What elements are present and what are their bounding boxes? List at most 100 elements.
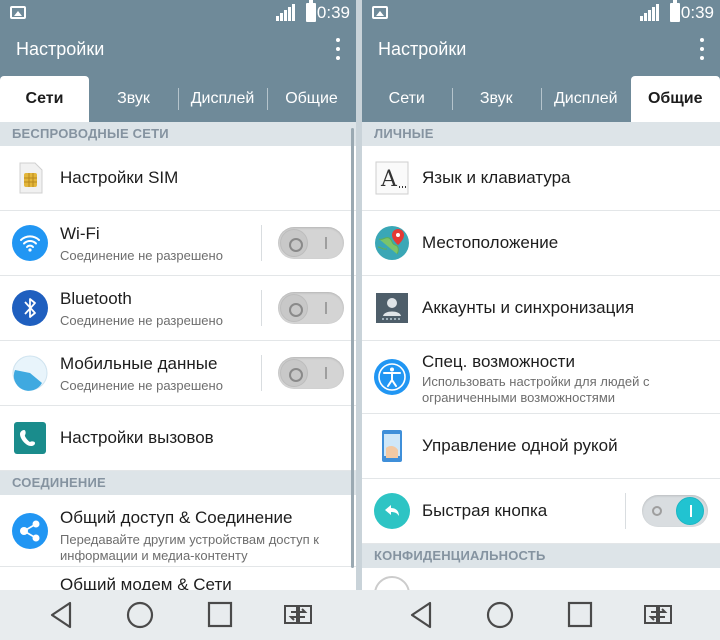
share-icon	[12, 512, 48, 549]
section-header-wireless: БЕСПРОВОДНЫЕ СЕТИ	[0, 122, 356, 146]
phone-icon	[12, 420, 48, 456]
list-item-partial[interactable]	[362, 568, 720, 590]
item-label: Быстрая кнопка	[422, 501, 548, 520]
list-item-share-connect[interactable]: Общий доступ & Соединение Передавайте др…	[0, 495, 356, 567]
list-item-tethering[interactable]: Общий модем & Сети	[0, 567, 356, 590]
item-label: Управление одной рукой	[422, 436, 618, 455]
image-notification-icon	[10, 6, 26, 19]
list-item-wifi[interactable]: Wi-Fi Соединение не разрешено	[0, 211, 356, 276]
quick-button-icon	[374, 493, 410, 529]
status-bar: 0:39	[0, 0, 356, 26]
tab-label: Дисплей	[190, 90, 255, 107]
wifi-icon	[12, 225, 48, 261]
section-header-connection: СОЕДИНЕНИЕ	[0, 471, 356, 495]
navigation-bar	[0, 590, 720, 640]
item-label: Местоположение	[422, 233, 559, 252]
mobile-data-toggle[interactable]	[278, 357, 344, 389]
language-icon: A	[374, 160, 410, 196]
list-item-mobile-data[interactable]: Мобильные данные Соединение не разрешено	[0, 341, 356, 406]
bluetooth-icon	[12, 290, 48, 326]
tab-bar: Сети Звук Дисплей Общие	[0, 76, 356, 122]
item-label: Мобильные данные	[60, 354, 218, 373]
partial-icon	[374, 576, 410, 590]
dual-window-icon[interactable]	[282, 600, 314, 630]
list-item-quick-button[interactable]: Быстрая кнопка	[362, 479, 720, 544]
item-label: Общий доступ & Соединение	[60, 508, 293, 527]
divider	[625, 493, 626, 529]
item-label: Wi-Fi	[60, 224, 100, 243]
status-time: 0:39	[316, 3, 350, 22]
item-label: Настройки вызовов	[60, 428, 214, 447]
recent-apps-icon[interactable]	[204, 600, 236, 630]
section-header-personal: ЛИЧНЫЕ	[362, 122, 720, 146]
item-subtitle: Передавайте другим устройствам доступ к …	[60, 532, 319, 563]
back-icon[interactable]	[406, 600, 438, 630]
signal-icon	[640, 4, 659, 21]
page-title: Настройки	[378, 39, 467, 59]
list-item-sim-settings[interactable]: Настройки SIM	[0, 146, 356, 211]
list-item-language-keyboard[interactable]: A Язык и клавиатура	[362, 146, 720, 211]
mobile-data-icon	[12, 355, 48, 391]
dual-window-icon[interactable]	[642, 600, 674, 630]
settings-panel-network: 0:39 Настройки Сети Звук Дисплей Общие Б…	[0, 0, 356, 590]
list-item-location[interactable]: Местоположение	[362, 211, 720, 276]
divider	[261, 355, 262, 391]
tab-sound[interactable]: Звук	[89, 76, 178, 122]
item-label: Язык и клавиатура	[422, 168, 571, 187]
location-icon	[374, 225, 410, 261]
tab-label: Звук	[117, 90, 150, 107]
divider	[261, 225, 262, 261]
home-icon[interactable]	[484, 600, 516, 630]
battery-icon	[670, 0, 680, 22]
svg-text:A: A	[380, 167, 398, 192]
item-subtitle: Соединение не разрешено	[60, 378, 223, 393]
tab-label: Дисплей	[553, 90, 618, 107]
item-label: Bluetooth	[60, 289, 132, 308]
divider	[261, 290, 262, 326]
item-subtitle: Использовать настройки для людей с огран…	[422, 374, 650, 405]
sim-card-icon	[12, 160, 48, 196]
back-icon[interactable]	[46, 600, 78, 630]
overflow-menu-icon[interactable]	[698, 38, 706, 64]
battery-icon	[306, 0, 316, 22]
tab-label: Сети	[388, 90, 425, 107]
wifi-toggle[interactable]	[278, 227, 344, 259]
accessibility-icon	[374, 359, 410, 395]
list-item-call-settings[interactable]: Настройки вызовов	[0, 406, 356, 471]
tab-networks[interactable]: Сети	[0, 76, 89, 122]
item-label: Общий модем & Сети	[60, 575, 232, 590]
signal-icon	[276, 4, 295, 21]
list-item-bluetooth[interactable]: Bluetooth Соединение не разрешено	[0, 276, 356, 341]
quick-button-toggle[interactable]	[642, 495, 708, 527]
tab-display[interactable]: Дисплей	[178, 76, 267, 122]
accounts-icon	[374, 290, 410, 326]
app-bar: Настройки	[362, 26, 720, 76]
recent-apps-icon[interactable]	[564, 600, 596, 630]
app-bar: Настройки	[0, 26, 356, 76]
tab-sound[interactable]: Звук	[451, 76, 542, 122]
section-header-privacy: КОНФИДЕНЦИАЛЬНОСТЬ	[362, 544, 720, 568]
tab-networks[interactable]: Сети	[362, 76, 452, 122]
tab-display[interactable]: Дисплей	[541, 76, 631, 122]
one-hand-icon	[374, 428, 410, 464]
list-item-accounts-sync[interactable]: Аккаунты и синхронизация	[362, 276, 720, 341]
tab-general[interactable]: Общие	[630, 76, 720, 122]
status-bar: 0:39	[362, 0, 720, 26]
item-label: Настройки SIM	[60, 168, 179, 187]
image-notification-icon	[372, 6, 388, 19]
home-icon[interactable]	[124, 600, 156, 630]
scrollbar[interactable]	[351, 128, 354, 568]
list-item-accessibility[interactable]: Спец. возможности Использовать настройки…	[362, 341, 720, 414]
bluetooth-toggle[interactable]	[278, 292, 344, 324]
settings-panel-general: 0:39 Настройки Сети Звук Дисплей Общие Л…	[362, 0, 720, 590]
item-subtitle: Соединение не разрешено	[60, 313, 223, 328]
tab-general[interactable]: Общие	[267, 76, 356, 122]
tab-bar: Сети Звук Дисплей Общие	[362, 76, 720, 122]
overflow-menu-icon[interactable]	[334, 38, 342, 64]
item-label: Аккаунты и синхронизация	[422, 298, 635, 317]
tab-label: Общие	[285, 90, 338, 107]
tab-label: Звук	[479, 90, 513, 107]
page-title: Настройки	[16, 39, 105, 59]
item-subtitle: Соединение не разрешено	[60, 248, 223, 263]
list-item-one-hand[interactable]: Управление одной рукой	[362, 414, 720, 479]
